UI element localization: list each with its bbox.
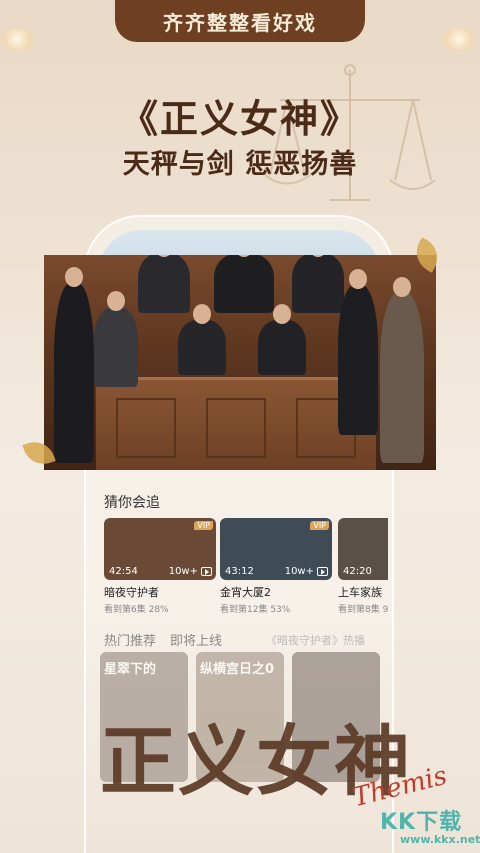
- cast-member: [178, 304, 226, 375]
- lamp-left: [0, 28, 34, 50]
- tab-bar: 热门推荐 即将上线 《暗夜守护者》热播: [104, 630, 384, 649]
- card-thumb: VIP 43:12 10w+: [220, 518, 332, 580]
- watermark-logo: KK下载: [380, 810, 463, 835]
- card-progress: 看到第8集 9: [338, 605, 388, 615]
- card-duration: 42:54: [109, 566, 138, 577]
- cast-member: [94, 291, 138, 387]
- section-title-recommend: 猜你会追: [104, 495, 160, 511]
- tab-hot[interactable]: 热门推荐: [104, 630, 156, 649]
- hot-card-label: 星翠下的: [104, 662, 157, 677]
- card-thumb: 42:20: [338, 518, 388, 580]
- card-duration: 42:20: [343, 566, 372, 577]
- cast-member: [338, 269, 378, 435]
- hot-card-label: 纵横宫日之0: [200, 662, 275, 677]
- card-1[interactable]: VIP 43:12 10w+ 金宵大厦2 看到第12集 53%: [220, 518, 332, 615]
- watermark-url: www.kkx.net: [400, 833, 480, 846]
- card-name: 暗夜守护者: [104, 586, 159, 599]
- judge-bench: [96, 377, 376, 470]
- cast-member: [380, 277, 424, 463]
- card-name: 金宵大厦2: [220, 586, 271, 599]
- vip-badge: VIP: [310, 521, 329, 530]
- card-0[interactable]: VIP 42:54 10w+ 暗夜守护者 看到第6集 28%: [104, 518, 216, 615]
- card-progress: 看到第12集 53%: [220, 605, 291, 615]
- cast-member: [54, 267, 94, 463]
- vip-badge: VIP: [194, 521, 213, 530]
- trending-label[interactable]: 《暗夜守护者》热播: [266, 630, 365, 649]
- hero-image[interactable]: [44, 255, 436, 470]
- top-banner: 齐齐整整看好戏: [115, 0, 365, 42]
- card-name: 上车家族: [338, 586, 382, 599]
- tab-upcoming[interactable]: 即将上线: [170, 630, 222, 649]
- play-icon: [317, 567, 328, 576]
- lamp-right: [442, 28, 476, 50]
- promo-title: 《正义女神》: [119, 96, 360, 141]
- card-episodes: 10w+: [284, 566, 314, 577]
- card-thumb: VIP 42:54 10w+: [104, 518, 216, 580]
- card-progress: 看到第6集 28%: [104, 605, 169, 615]
- promo-subtitle: 天秤与剑 惩恶扬善: [122, 149, 358, 180]
- card-episodes: 10w+: [168, 566, 198, 577]
- banner-text: 齐齐整整看好戏: [163, 10, 317, 35]
- play-icon: [201, 567, 212, 576]
- card-2[interactable]: 42:20 上车家族 看到第8集 9: [338, 518, 388, 615]
- cast-member: [138, 255, 190, 313]
- cast-member: [258, 304, 306, 375]
- card-duration: 43:12: [225, 566, 254, 577]
- cast-member: [292, 255, 344, 313]
- cast-member: [214, 255, 274, 313]
